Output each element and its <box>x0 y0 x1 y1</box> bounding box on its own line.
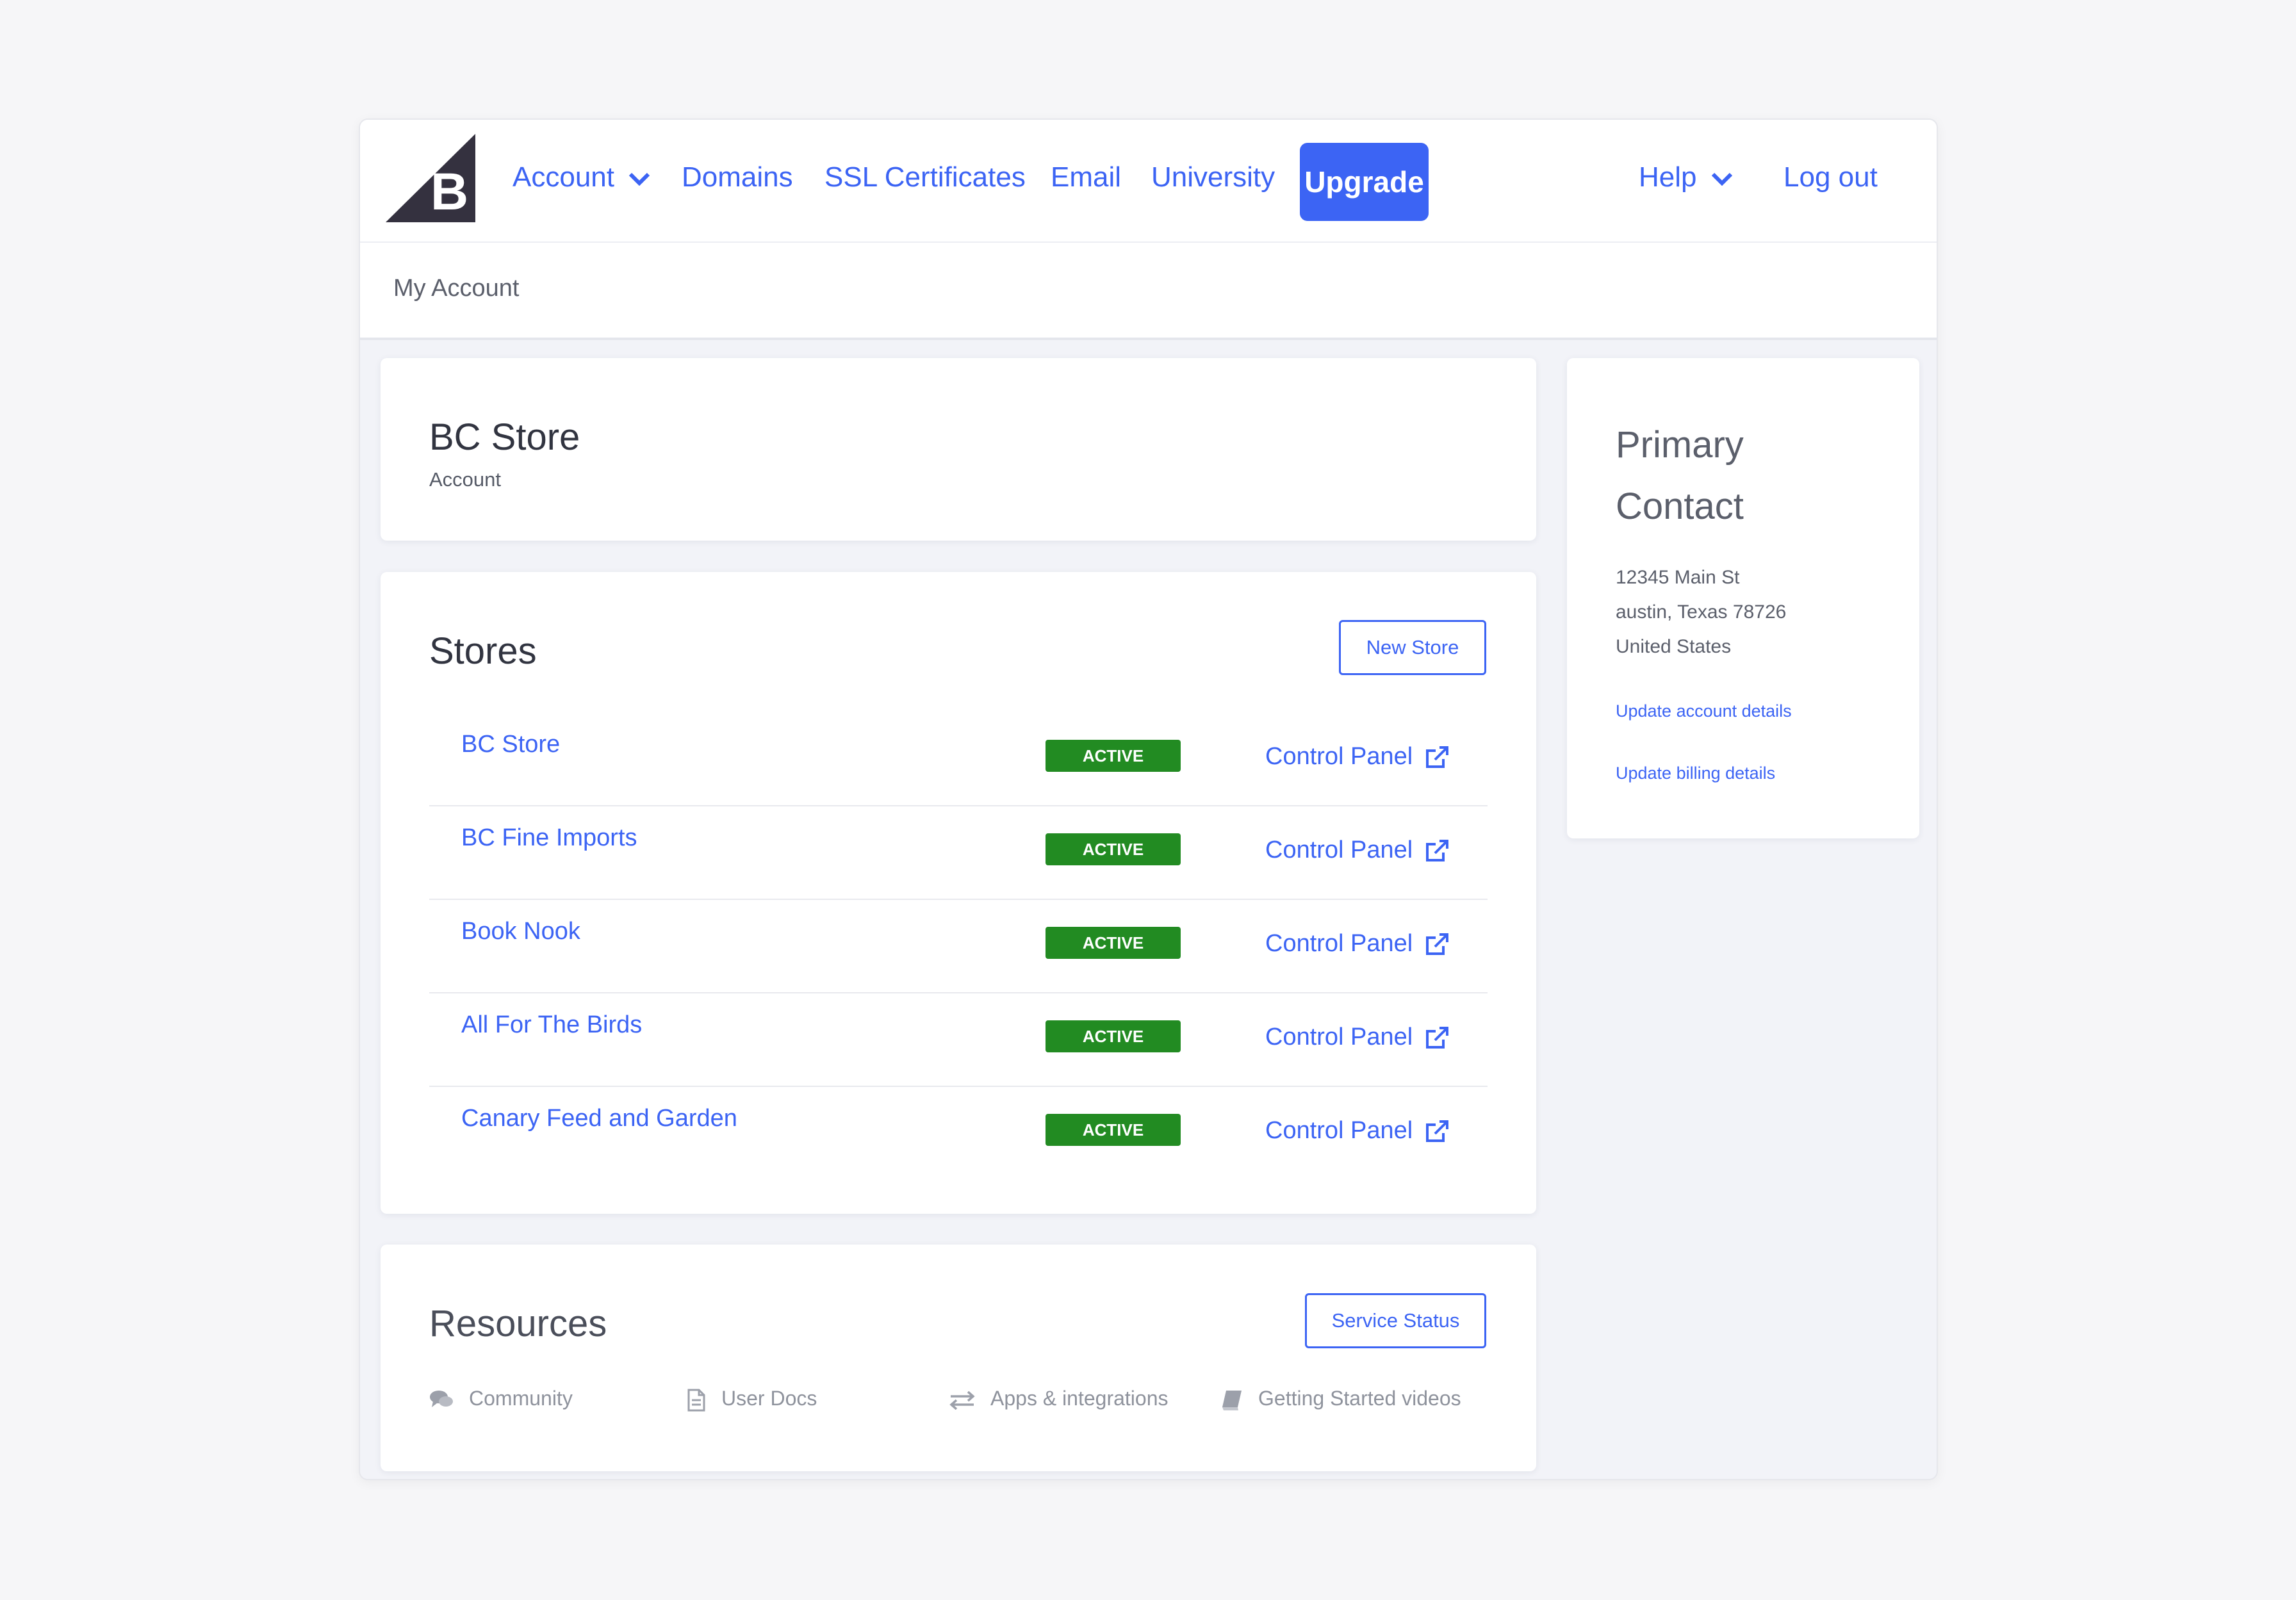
store-name-link[interactable]: Canary Feed and Garden <box>461 1105 737 1132</box>
stores-card: Stores New Store BC Store ACTIVE Control… <box>381 572 1536 1214</box>
nav-university[interactable]: University <box>1151 157 1275 198</box>
account-subtitle: Account <box>429 468 502 491</box>
control-panel-link[interactable]: Control Panel <box>1265 739 1450 774</box>
status-badge: ACTIVE <box>1046 927 1181 959</box>
store-name-link[interactable]: BC Store <box>461 731 560 758</box>
nav-account-label: Account <box>512 161 614 193</box>
exchange-icon <box>949 1391 975 1410</box>
store-row: All For The Birds ACTIVE Control Panel <box>429 993 1488 1087</box>
external-link-icon <box>1426 839 1449 861</box>
update-account-details-link[interactable]: Update account details <box>1616 701 1792 721</box>
nav-domains[interactable]: Domains <box>682 157 793 198</box>
resource-link-label: Getting Started videos <box>1258 1387 1461 1410</box>
new-store-button[interactable]: New Store <box>1339 620 1486 675</box>
document-icon <box>687 1389 705 1412</box>
address-line: austin, Texas 78726 <box>1616 601 1787 623</box>
nav-email[interactable]: Email <box>1051 157 1121 198</box>
store-row: BC Store ACTIVE Control Panel <box>429 713 1488 806</box>
address-line: United States <box>1616 636 1732 657</box>
resource-link-user-docs[interactable]: User Docs <box>687 1384 817 1412</box>
store-row: BC Fine Imports ACTIVE Control Panel <box>429 806 1488 900</box>
nav-help-menu[interactable]: Help <box>1639 157 1733 198</box>
store-name-link[interactable]: Book Nook <box>461 918 580 945</box>
comments-icon <box>430 1390 453 1407</box>
account-title: BC Store <box>429 416 580 458</box>
resource-link-apps[interactable]: Apps & integrations <box>949 1384 1168 1412</box>
breadcrumb-bar: My Account <box>360 243 1937 340</box>
svg-text:B: B <box>430 163 468 221</box>
book-icon <box>1222 1390 1242 1410</box>
primary-contact-title: Primary Contact <box>1616 424 1744 527</box>
account-card: BC Store Account <box>381 358 1536 541</box>
chevron-down-icon <box>1711 173 1732 186</box>
resource-link-videos[interactable]: Getting Started videos <box>1221 1384 1461 1412</box>
resource-link-label: User Docs <box>721 1387 817 1410</box>
control-panel-link[interactable]: Control Panel <box>1265 832 1450 868</box>
status-badge: ACTIVE <box>1046 740 1181 772</box>
control-panel-link[interactable]: Control Panel <box>1265 926 1450 961</box>
control-panel-label: Control Panel <box>1265 1024 1413 1050</box>
control-panel-label: Control Panel <box>1265 837 1413 863</box>
upgrade-button[interactable]: Upgrade <box>1300 143 1429 221</box>
resource-link-label: Community <box>469 1387 573 1410</box>
store-name-link[interactable]: All For The Birds <box>461 1011 642 1039</box>
primary-contact-card: Primary Contact 12345 Main St austin, Te… <box>1567 358 1919 838</box>
address-line: 12345 Main St <box>1616 567 1740 588</box>
service-status-button[interactable]: Service Status <box>1305 1293 1486 1348</box>
top-navigation: B Account Domains SSL Certificates Email… <box>360 120 1937 243</box>
status-badge: ACTIVE <box>1046 1114 1181 1146</box>
chevron-down-icon <box>628 173 650 186</box>
control-panel-label: Control Panel <box>1265 1117 1413 1144</box>
resources-card: Resources Service Status Community User … <box>381 1245 1536 1471</box>
store-name-link[interactable]: BC Fine Imports <box>461 824 637 852</box>
external-link-icon <box>1426 1120 1449 1142</box>
resources-title: Resources <box>429 1303 607 1344</box>
control-panel-label: Control Panel <box>1265 743 1413 770</box>
status-badge: ACTIVE <box>1046 1020 1181 1052</box>
breadcrumb: My Account <box>393 275 520 302</box>
bigcommerce-logo[interactable]: B <box>386 134 475 222</box>
external-link-icon <box>1426 746 1449 768</box>
control-panel-link[interactable]: Control Panel <box>1265 1113 1450 1148</box>
resource-link-community[interactable]: Community <box>429 1384 573 1412</box>
store-row: Canary Feed and Garden ACTIVE Control Pa… <box>429 1087 1488 1180</box>
nav-logout[interactable]: Log out <box>1784 157 1878 198</box>
nav-account-menu[interactable]: Account <box>512 157 650 198</box>
control-panel-label: Control Panel <box>1265 930 1413 957</box>
control-panel-link[interactable]: Control Panel <box>1265 1019 1450 1055</box>
external-link-icon <box>1426 1026 1449 1049</box>
stores-title: Stores <box>429 630 537 672</box>
nav-help-label: Help <box>1639 161 1697 193</box>
nav-ssl-certificates[interactable]: SSL Certificates <box>824 157 1026 198</box>
status-badge: ACTIVE <box>1046 833 1181 865</box>
resource-link-label: Apps & integrations <box>990 1387 1168 1410</box>
store-row: Book Nook ACTIVE Control Panel <box>429 900 1488 993</box>
update-billing-details-link[interactable]: Update billing details <box>1616 763 1775 783</box>
external-link-icon <box>1426 933 1449 955</box>
app-window: B Account Domains SSL Certificates Email… <box>359 118 1938 1480</box>
